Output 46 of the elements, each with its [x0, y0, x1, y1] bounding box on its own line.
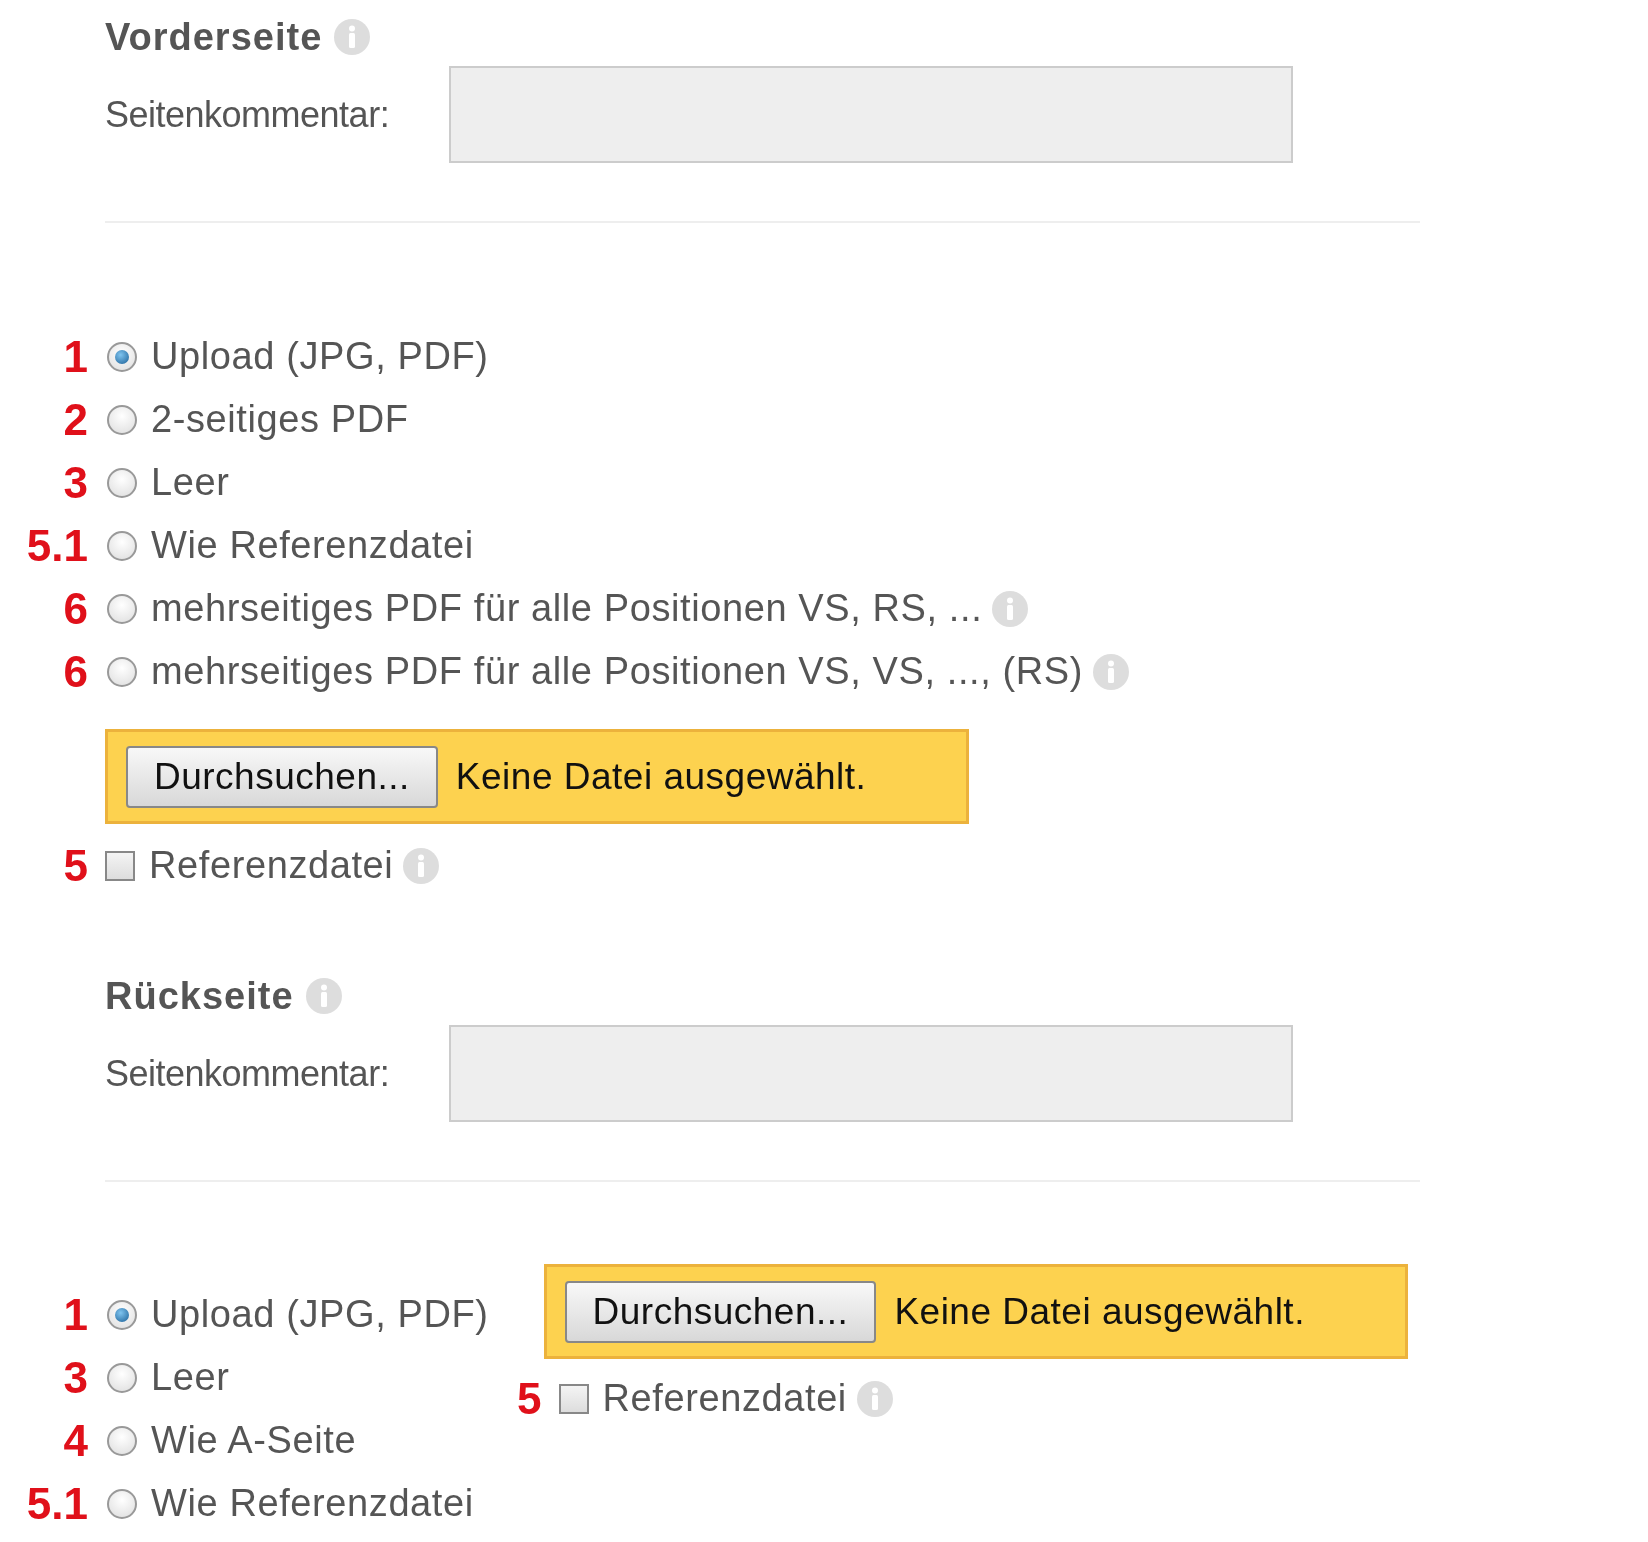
comment-label: Seitenkommentar: — [105, 1052, 391, 1095]
annotation-number: 1 — [62, 1289, 88, 1340]
option-label: Leer — [151, 461, 230, 504]
option-label: mehrseitiges PDF für alle Positionen VS, RS, ... — [151, 587, 983, 630]
option-label: mehrseitiges PDF für alle Positionen VS, VS, ..., (RS) — [151, 650, 1084, 693]
comment-label: Seitenkommentar: — [105, 93, 391, 136]
annotation-number: 5 — [516, 1373, 542, 1424]
browse-button[interactable]: Durchsuchen... — [564, 1280, 877, 1343]
radio-button[interactable] — [107, 1488, 137, 1519]
annotation-number: 5.1 — [25, 520, 88, 571]
annotation-number: 5.1 — [25, 1478, 88, 1529]
checkbox-label: Referenzdatei — [149, 844, 394, 887]
checkbox-label: Referenzdatei — [602, 1377, 847, 1420]
annotation-number: 6 — [62, 583, 88, 634]
radio-button[interactable] — [107, 1362, 137, 1393]
section-heading: Rückseite — [105, 974, 294, 1018]
option-label: Wie Referenzdatei — [151, 1482, 474, 1525]
radio-button[interactable] — [107, 593, 137, 624]
option-label: Wie A-Seite — [151, 1419, 357, 1462]
annotation-number: 6 — [62, 646, 88, 697]
reference-checkbox[interactable] — [558, 1383, 589, 1414]
option-label: Upload (JPG, PDF) — [151, 335, 489, 378]
reference-checkbox[interactable] — [105, 850, 135, 881]
radio-button[interactable] — [107, 656, 137, 687]
option-label: 2-seitiges PDF — [151, 398, 409, 441]
option-label: Leer — [151, 1356, 230, 1399]
radio-button[interactable] — [107, 404, 137, 435]
annotation-number: 1 — [62, 331, 88, 382]
radio-button[interactable] — [107, 341, 137, 372]
comment-field[interactable] — [449, 1025, 1293, 1122]
section-heading: Vorderseite — [105, 15, 323, 59]
annotation-number: 3 — [62, 457, 88, 508]
radio-button[interactable] — [107, 1299, 137, 1330]
file-status: Keine Datei ausgewählt. — [894, 1290, 1305, 1333]
file-status: Keine Datei ausgewählt. — [455, 755, 867, 798]
annotation-number: 4 — [62, 1415, 88, 1466]
radio-button[interactable] — [107, 467, 137, 498]
option-label: Upload (JPG, PDF) — [151, 1293, 489, 1336]
browse-button[interactable]: Durchsuchen... — [126, 745, 438, 808]
comment-field[interactable] — [449, 66, 1293, 163]
radio-button[interactable] — [107, 1425, 137, 1456]
annotation-number: 3 — [62, 1352, 88, 1403]
annotation-number: 2 — [62, 394, 88, 445]
radio-button[interactable] — [107, 530, 137, 561]
option-label: Wie Referenzdatei — [151, 524, 474, 567]
annotation-number: 5 — [62, 840, 88, 891]
